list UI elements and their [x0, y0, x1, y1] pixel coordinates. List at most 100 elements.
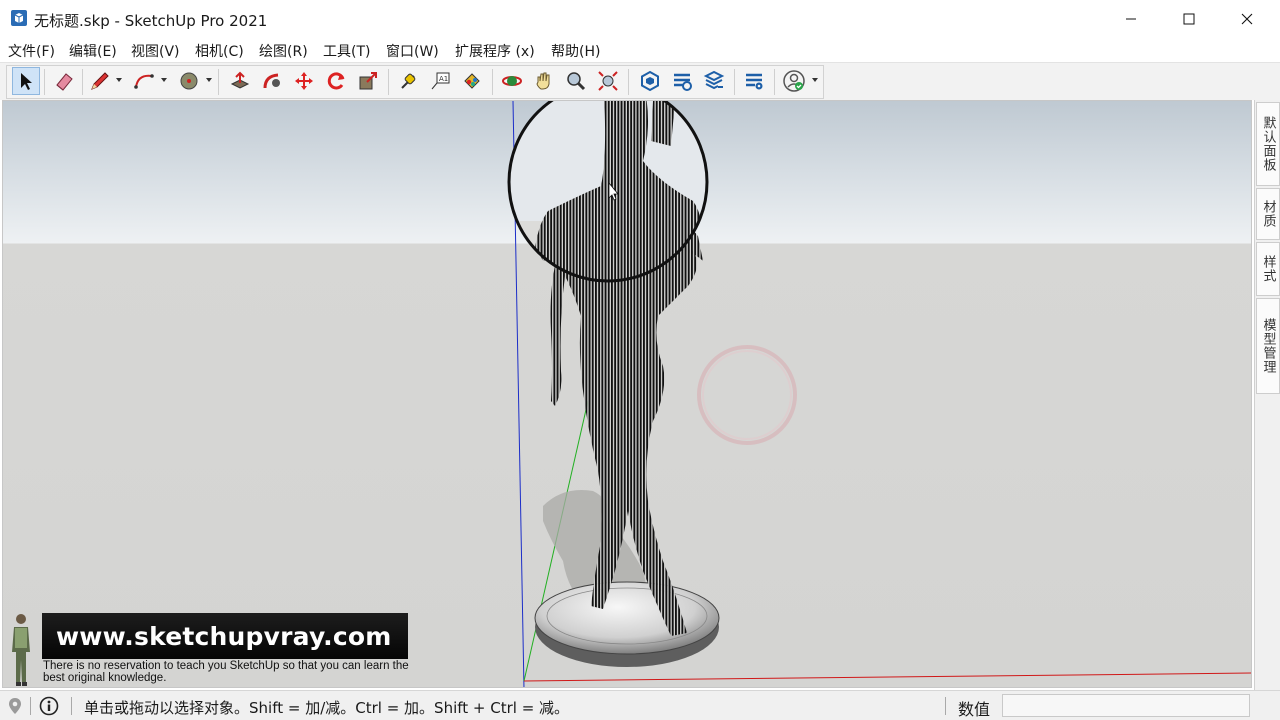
model-viewport[interactable] — [2, 100, 1252, 688]
menu-tools[interactable]: 工具(T) — [323, 41, 370, 61]
extension-manager-button[interactable] — [740, 67, 768, 95]
close-icon — [1241, 13, 1253, 25]
move-icon — [295, 72, 313, 90]
menu-extensions[interactable]: 扩展程序 (x) — [455, 41, 535, 61]
tray-tab-label: 默认面板 — [1260, 116, 1276, 172]
status-bar: 单击或拖动以选择对象。Shift = 加/减。Ctrl = 加。Shift + … — [0, 690, 1280, 720]
follow-me-tool-button[interactable] — [258, 67, 286, 95]
share-model-button[interactable] — [700, 67, 728, 95]
push-pull-tool-button[interactable] — [226, 67, 254, 95]
text-label-icon: A1 — [431, 72, 450, 90]
title-bar: 无标题.skp - SketchUp Pro 2021 — [0, 0, 1280, 38]
measurements-label: 数值 — [958, 700, 991, 719]
tray-tab-label: 模型管理 — [1260, 318, 1276, 374]
close-button[interactable] — [1218, 0, 1276, 38]
toolbar-separator — [628, 69, 629, 95]
tray-tab-outliner[interactable]: 模型管理 — [1256, 298, 1280, 394]
orbit-tool-button[interactable] — [498, 67, 526, 95]
arc-dropdown-arrow[interactable] — [161, 78, 167, 82]
scale-icon — [359, 72, 377, 90]
account-button[interactable] — [780, 67, 808, 95]
scene-canvas — [507, 101, 1251, 687]
tape-measure-tool-button[interactable] — [394, 67, 422, 95]
watermark-url: www.sketchupvray.com — [56, 621, 392, 651]
line-dropdown-arrow[interactable] — [116, 78, 122, 82]
menu-view[interactable]: 视图(V) — [131, 41, 180, 61]
text-tool-button[interactable]: A1 — [426, 67, 454, 95]
zoom-extents-icon — [598, 71, 618, 91]
menu-window[interactable]: 窗口(W) — [386, 41, 439, 61]
watermark-banner: www.sketchupvray.com — [42, 613, 408, 659]
rotate-tool-button[interactable] — [322, 67, 350, 95]
watermark-tagline: There is no reservation to teach you Ske… — [43, 660, 409, 684]
maximize-icon — [1183, 13, 1195, 25]
menu-draw[interactable]: 绘图(R) — [259, 41, 308, 61]
toolbar-separator — [388, 69, 389, 95]
minimize-icon — [1126, 18, 1136, 20]
sketchup-logo-icon — [10, 9, 28, 27]
rotate-icon — [327, 72, 345, 90]
platform-base-top — [534, 581, 720, 655]
maximize-button[interactable] — [1160, 0, 1218, 38]
toolbar-separator — [82, 69, 83, 95]
geolocation-icon[interactable] — [5, 696, 25, 716]
move-tool-button[interactable] — [290, 67, 318, 95]
status-hint-text: 单击或拖动以选择对象。Shift = 加/减。Ctrl = 加。Shift + … — [84, 699, 570, 717]
line-tool-button[interactable] — [86, 67, 114, 95]
status-separator — [71, 697, 72, 715]
main-toolbar: A1 — [0, 62, 1280, 100]
account-icon — [783, 70, 805, 92]
push-pull-icon — [230, 71, 250, 89]
instructor-info-icon[interactable] — [39, 696, 59, 716]
menu-edit[interactable]: 编辑(E) — [69, 41, 117, 61]
tray-tab-label: 样式 — [1260, 255, 1276, 283]
warehouse-icon — [641, 70, 659, 92]
zoom-tool-button[interactable] — [562, 67, 590, 95]
zoom-extents-tool-button[interactable] — [594, 67, 622, 95]
select-arrow-icon — [21, 73, 32, 90]
shapes-dropdown-arrow[interactable] — [206, 78, 212, 82]
minimize-button[interactable] — [1102, 0, 1160, 38]
shapes-tool-button[interactable] — [175, 67, 203, 95]
menu-file[interactable]: 文件(F) — [8, 41, 55, 61]
right-tray: 默认面板 材质 样式 模型管理 — [1254, 100, 1280, 690]
toolbar-separator — [44, 69, 45, 95]
extension-warehouse-button[interactable] — [668, 67, 696, 95]
arc-tool-button[interactable] — [130, 67, 158, 95]
sketchup-window: 无标题.skp - SketchUp Pro 2021 文件(F) 编辑(E) … — [0, 0, 1280, 720]
toolbar-separator — [734, 69, 735, 95]
circle-shape-icon — [180, 72, 198, 90]
paint-bucket-icon — [464, 73, 480, 89]
arc-icon — [134, 74, 154, 89]
tray-tab-materials[interactable]: 材质 — [1256, 188, 1280, 240]
tray-tab-default-panel[interactable]: 默认面板 — [1256, 102, 1280, 186]
paint-bucket-tool-button[interactable] — [458, 67, 486, 95]
warehouse-button[interactable] — [636, 67, 664, 95]
pan-tool-button[interactable] — [530, 67, 558, 95]
tray-tab-label: 材质 — [1260, 200, 1276, 228]
eraser-icon — [56, 73, 73, 91]
tape-measure-icon — [401, 73, 416, 89]
follow-me-icon — [263, 73, 280, 89]
scale-tool-button[interactable] — [354, 67, 382, 95]
status-separator — [30, 697, 31, 715]
tray-tab-styles[interactable]: 样式 — [1256, 242, 1280, 296]
eraser-tool-button[interactable] — [50, 67, 78, 95]
menu-help[interactable]: 帮助(H) — [551, 41, 600, 61]
toolbar-separator — [492, 69, 493, 95]
measurements-input[interactable] — [1002, 694, 1250, 717]
extension-warehouse-icon — [674, 73, 692, 91]
select-tool-button[interactable] — [12, 67, 40, 95]
pan-hand-icon — [536, 72, 550, 90]
svg-text:A1: A1 — [439, 75, 448, 83]
red-axis-line — [523, 672, 1251, 682]
pencil-line-icon — [91, 72, 109, 90]
extension-manager-icon — [746, 73, 763, 90]
share-model-icon — [703, 70, 725, 90]
menu-bar: 文件(F) 编辑(E) 视图(V) 相机(C) 绘图(R) 工具(T) 窗口(W… — [0, 38, 1280, 62]
account-dropdown-arrow[interactable] — [812, 78, 818, 82]
menu-camera[interactable]: 相机(C) — [195, 41, 244, 61]
toolbar-separator — [774, 69, 775, 95]
orbit-icon — [502, 76, 522, 86]
click-indicator-ring — [697, 345, 797, 445]
